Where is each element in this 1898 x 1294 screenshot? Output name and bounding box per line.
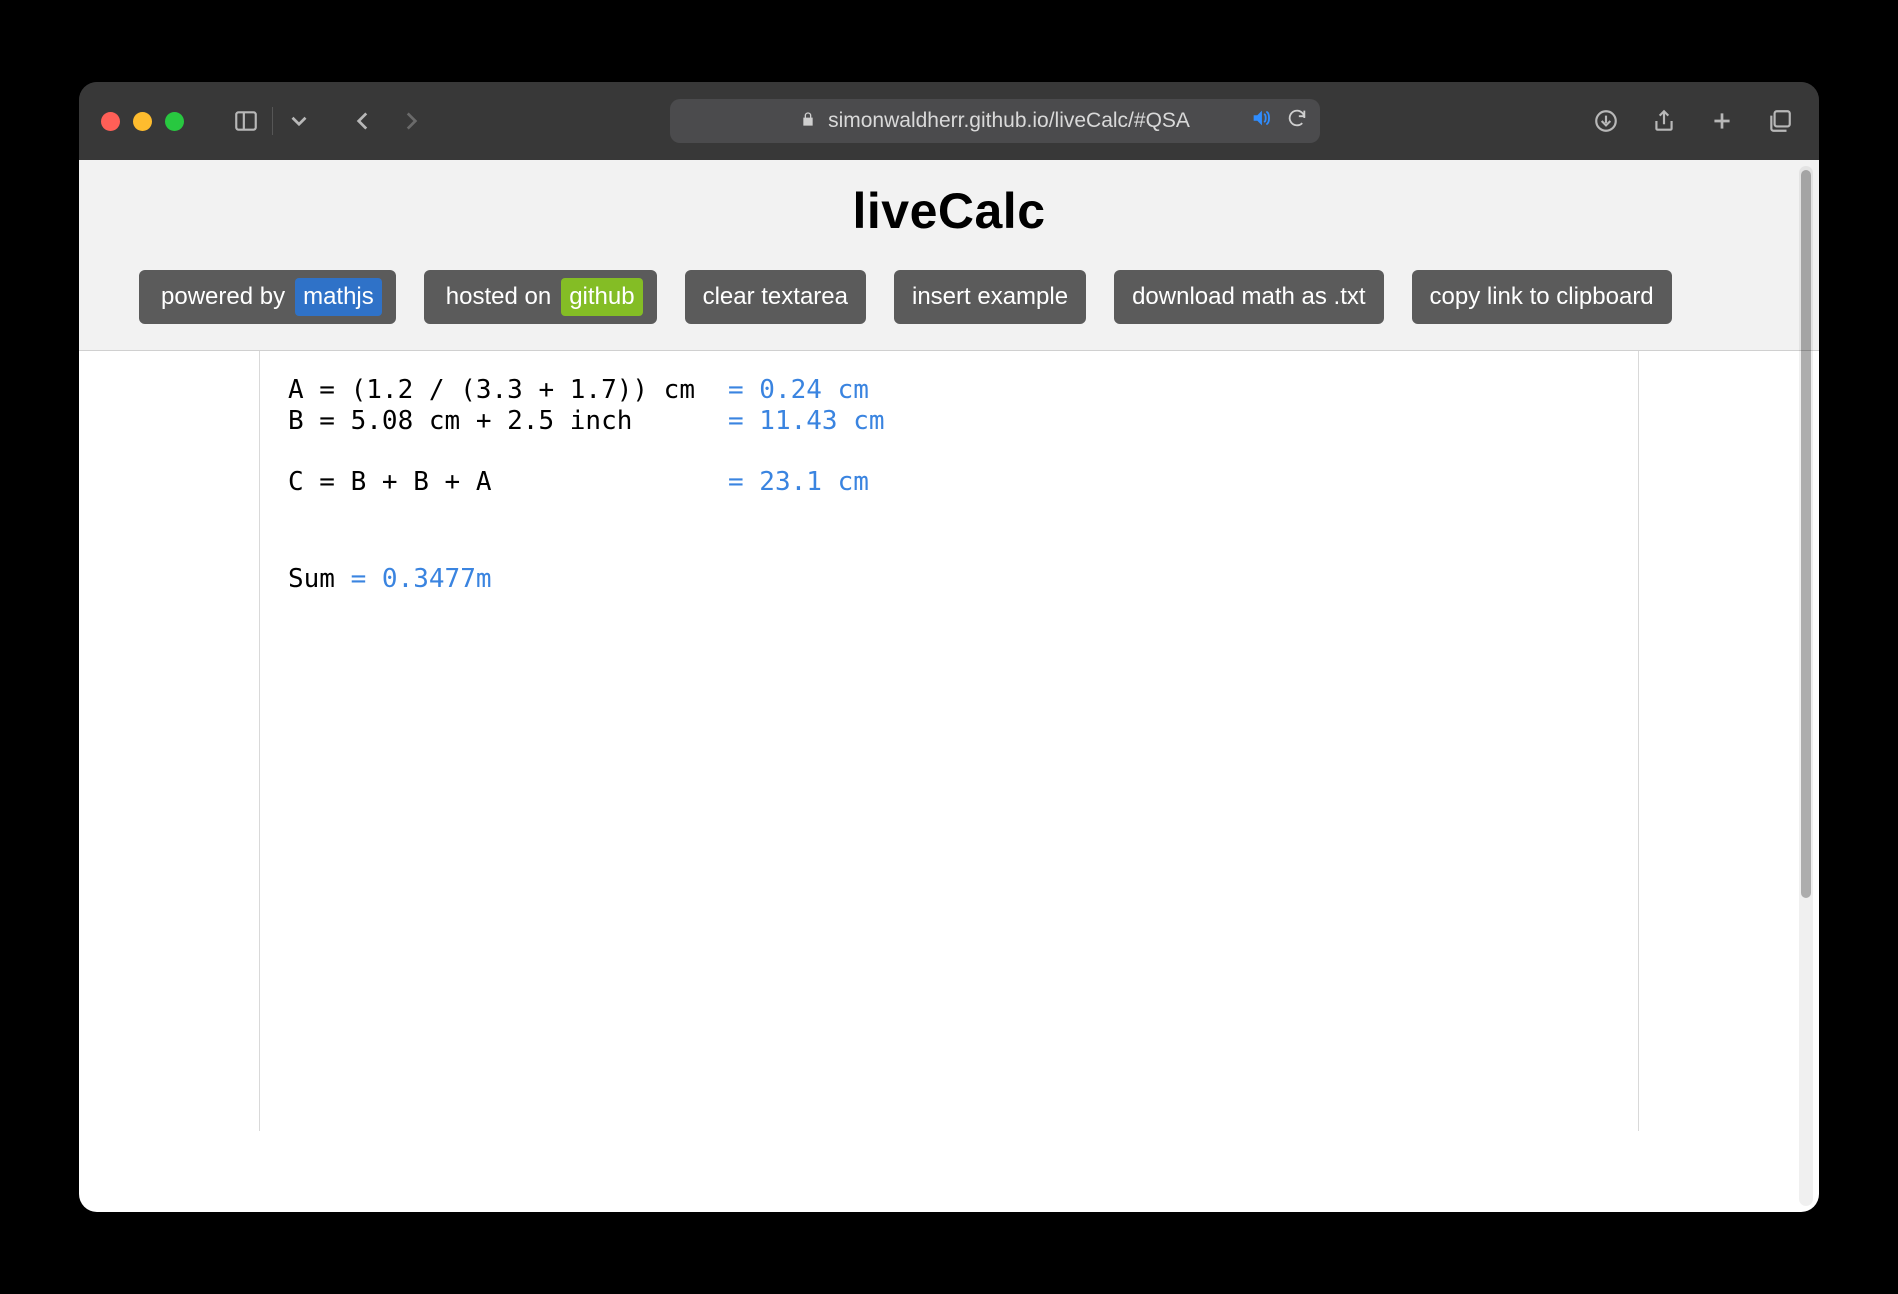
hosted-on-button[interactable]: hosted on github xyxy=(424,270,657,324)
editor-shell: A = (1.2 / (3.3 + 1.7)) cm= 0.24 cmB = 5… xyxy=(79,351,1819,1131)
editor-expression: A = (1.2 / (3.3 + 1.7)) cm xyxy=(288,375,728,406)
editor-expression: C = B + B + A xyxy=(288,467,728,498)
fullscreen-window-button[interactable] xyxy=(165,112,184,131)
editor-line: C = B + B + A= 23.1 cm xyxy=(288,467,1610,498)
editor-result: = 0.24 cm xyxy=(728,375,869,406)
clear-textarea-button[interactable]: clear textarea xyxy=(685,270,866,324)
insert-example-button[interactable]: insert example xyxy=(894,270,1086,324)
editor-line: A = (1.2 / (3.3 + 1.7)) cm= 0.24 cm xyxy=(288,375,1610,406)
header-button-row: powered by mathjs hosted on github clear… xyxy=(139,270,1759,324)
downloads-icon[interactable] xyxy=(1589,101,1623,141)
sidebar-toggle-icon[interactable] xyxy=(226,101,266,141)
reload-icon[interactable] xyxy=(1286,107,1308,135)
forward-button[interactable] xyxy=(391,101,431,141)
tab-overview-chevron-icon[interactable] xyxy=(279,101,319,141)
back-button[interactable] xyxy=(343,101,383,141)
nav-arrows xyxy=(343,101,431,141)
editor-blank-line xyxy=(288,498,1610,564)
page-header: liveCalc powered by mathjs hosted on git… xyxy=(79,160,1819,351)
editor-expression: Sum xyxy=(288,564,335,595)
sidebar-toggle-group xyxy=(226,101,319,141)
new-tab-icon[interactable] xyxy=(1705,101,1739,141)
copy-link-button[interactable]: copy link to clipboard xyxy=(1412,270,1672,324)
browser-window: simonwaldherr.github.io/liveCalc/#QSA xyxy=(79,82,1819,1212)
editor-expression: B = 5.08 cm + 2.5 inch xyxy=(288,406,728,437)
page-title: liveCalc xyxy=(139,182,1759,240)
editor-result: = 11.43 cm xyxy=(728,406,885,437)
address-bar[interactable]: simonwaldherr.github.io/liveCalc/#QSA xyxy=(670,99,1320,143)
tab-overview-icon[interactable] xyxy=(1763,101,1797,141)
hosted-on-badge: github xyxy=(561,278,642,316)
powered-by-prefix: powered by xyxy=(153,278,293,316)
minimize-window-button[interactable] xyxy=(133,112,152,131)
toolbar-right xyxy=(1589,101,1797,141)
download-txt-button[interactable]: download math as .txt xyxy=(1114,270,1383,324)
powered-by-badge: mathjs xyxy=(295,278,382,316)
calc-editor[interactable]: A = (1.2 / (3.3 + 1.7)) cm= 0.24 cmB = 5… xyxy=(259,351,1639,1131)
window-controls xyxy=(101,112,184,131)
url-text: simonwaldherr.github.io/liveCalc/#QSA xyxy=(828,109,1190,133)
page-content: liveCalc powered by mathjs hosted on git… xyxy=(79,160,1819,1212)
hosted-on-prefix: hosted on xyxy=(438,278,559,316)
editor-line: Sum = 0.3477m xyxy=(288,564,1610,595)
lock-icon xyxy=(800,110,816,133)
editor-result: = 23.1 cm xyxy=(728,467,869,498)
editor-blank-line xyxy=(288,437,1610,467)
editor-line: B = 5.08 cm + 2.5 inch= 11.43 cm xyxy=(288,406,1610,437)
divider xyxy=(272,107,273,135)
powered-by-button[interactable]: powered by mathjs xyxy=(139,270,396,324)
address-bar-wrap: simonwaldherr.github.io/liveCalc/#QSA xyxy=(445,99,1545,143)
editor-result: = 0.3477m xyxy=(335,564,492,595)
scrollbar[interactable] xyxy=(1799,166,1813,1206)
titlebar: simonwaldherr.github.io/liveCalc/#QSA xyxy=(79,82,1819,160)
share-icon[interactable] xyxy=(1647,101,1681,141)
audio-playing-icon[interactable] xyxy=(1250,107,1272,135)
close-window-button[interactable] xyxy=(101,112,120,131)
